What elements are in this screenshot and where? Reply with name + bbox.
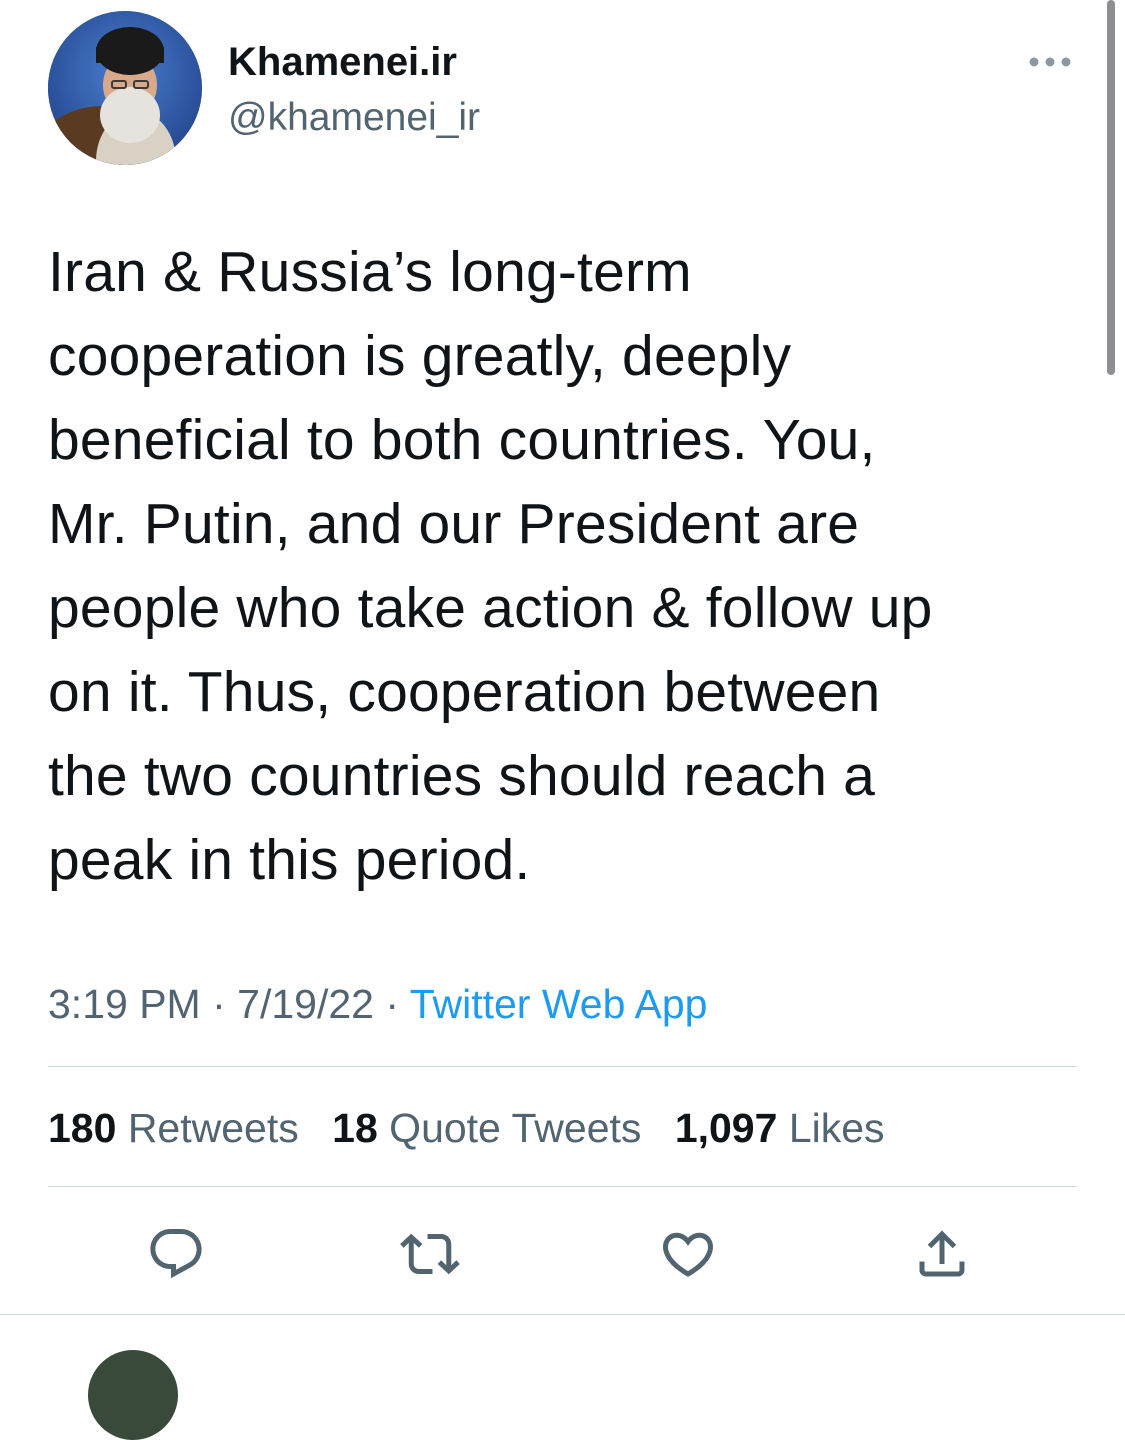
- divider: [48, 1066, 1077, 1067]
- tweet-text-line: Mr. Putin, and our President are: [48, 492, 860, 556]
- tweet-text-line: the two countries should reach a: [48, 744, 876, 808]
- engagement-stats: 180 Retweets 18 Quote Tweets 1,097 Likes: [48, 1102, 907, 1154]
- tweet-source-link[interactable]: Twitter Web App: [410, 981, 708, 1027]
- likes-stat[interactable]: 1,097 Likes: [675, 1102, 885, 1154]
- more-horizontal-icon: [1029, 57, 1071, 67]
- tweet-text-line: peak in this period.: [48, 828, 531, 892]
- divider: [48, 1186, 1077, 1187]
- tweet-date[interactable]: 7/19/22: [237, 981, 374, 1027]
- tweet-metadata: 3:19 PM · 7/19/22 · Twitter Web App: [48, 978, 707, 1030]
- quote-tweets-count: 18: [332, 1105, 378, 1151]
- avatar-image: [48, 11, 202, 165]
- reply-button[interactable]: [144, 1222, 208, 1286]
- author-handle[interactable]: @khamenei_ir: [228, 94, 480, 142]
- meta-separator: ·: [385, 981, 400, 1027]
- quote-tweets-stat[interactable]: 18 Quote Tweets: [332, 1102, 641, 1154]
- more-options-button[interactable]: [1022, 42, 1078, 82]
- retweets-label: Retweets: [127, 1105, 299, 1151]
- divider: [0, 1314, 1125, 1315]
- tweet-text-line: people who take action & follow up: [48, 576, 933, 640]
- like-button[interactable]: [656, 1222, 720, 1286]
- retweet-icon: [400, 1233, 460, 1275]
- tweet-text-line: on it. Thus, cooperation between: [48, 660, 881, 724]
- share-icon: [919, 1230, 965, 1277]
- retweets-count: 180: [48, 1105, 117, 1151]
- reply-icon: [150, 1229, 202, 1279]
- likes-count: 1,097: [674, 1105, 778, 1151]
- tweet-text-line: beneficial to both countries. You,: [48, 408, 876, 472]
- share-button[interactable]: [910, 1222, 974, 1286]
- next-reply-avatar[interactable]: [88, 1350, 178, 1440]
- likes-label: Likes: [788, 1105, 885, 1151]
- retweets-stat[interactable]: 180 Retweets: [48, 1102, 299, 1154]
- tweet-text-line: Iran & Russia’s long-term: [48, 240, 692, 304]
- tweet-text: Iran & Russia’s long-term cooperation is…: [48, 230, 1088, 902]
- tweet-text-line: cooperation is greatly, deeply: [48, 324, 792, 388]
- meta-separator: ·: [212, 981, 226, 1027]
- avatar[interactable]: [48, 11, 202, 165]
- author-display-name[interactable]: Khamenei.ir: [228, 38, 457, 86]
- quote-tweets-label: Quote Tweets: [389, 1105, 642, 1151]
- tweet-time[interactable]: 3:19 PM: [48, 981, 201, 1027]
- heart-icon: [662, 1232, 714, 1277]
- scrollbar[interactable]: [1107, 0, 1115, 375]
- retweet-button[interactable]: [398, 1222, 462, 1286]
